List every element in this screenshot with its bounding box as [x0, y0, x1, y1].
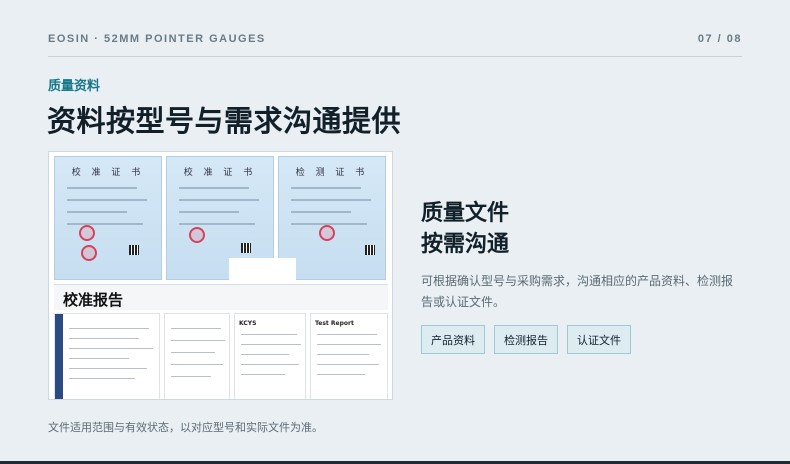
document-header: KCYS [239, 320, 257, 327]
seal-stamp [81, 245, 97, 261]
report-label: 校准报告 [63, 291, 124, 309]
tag-test-report[interactable]: 检测报告 [494, 325, 558, 354]
certificate-title: 校 准 证 书 [183, 168, 257, 178]
footnote: 文件适用范围与有效状态，以对应型号和实际文件为准。 [48, 421, 323, 434]
qr-code [129, 245, 139, 255]
header-divider [48, 56, 742, 57]
document-tags: 产品资料 检测报告 认证文件 [421, 325, 631, 354]
certificate-title: 校 准 证 书 [71, 168, 145, 178]
report-documents: KCYS Test Report [54, 313, 388, 399]
feature-title-line1: 质量文件 [421, 201, 510, 226]
seal-stamp [189, 227, 205, 243]
header-bar: EOSIN · 52MM POINTER GAUGES 07 / 08 [48, 33, 742, 45]
feature-title-line2: 按需沟通 [421, 232, 510, 257]
page-indicator: 07 / 08 [697, 33, 742, 45]
quality-documents-image: 校 准 证 书 校 准 证 书 检 测 证 书 校准报告 KCYS Test R… [48, 151, 393, 400]
report-document: Test Report [310, 313, 388, 399]
report-label-bar: 校准报告 [54, 284, 388, 310]
report-document [54, 313, 160, 399]
report-document [164, 313, 230, 399]
brand-label: EOSIN · 52MM POINTER GAUGES [48, 33, 266, 45]
qr-code [365, 245, 375, 255]
qr-code [241, 243, 251, 253]
certificate-title: 检 测 证 书 [295, 168, 369, 178]
seal-stamp [319, 225, 335, 241]
calibration-certificate: 校 准 证 书 [54, 156, 162, 280]
tag-product-info[interactable]: 产品资料 [421, 325, 485, 354]
document-header: Test Report [315, 320, 354, 327]
tag-certification[interactable]: 认证文件 [567, 325, 631, 354]
feature-title: 质量文件 按需沟通 [421, 198, 509, 260]
section-kicker: 质量资料 [48, 79, 101, 94]
page-title: 资料按型号与需求沟通提供 [47, 104, 402, 138]
feature-description: 可根据确认型号与采购需求，沟通相应的产品资料、检测报告或认证文件。 [421, 274, 734, 309]
report-document: KCYS [234, 313, 306, 399]
seal-stamp [79, 225, 95, 241]
